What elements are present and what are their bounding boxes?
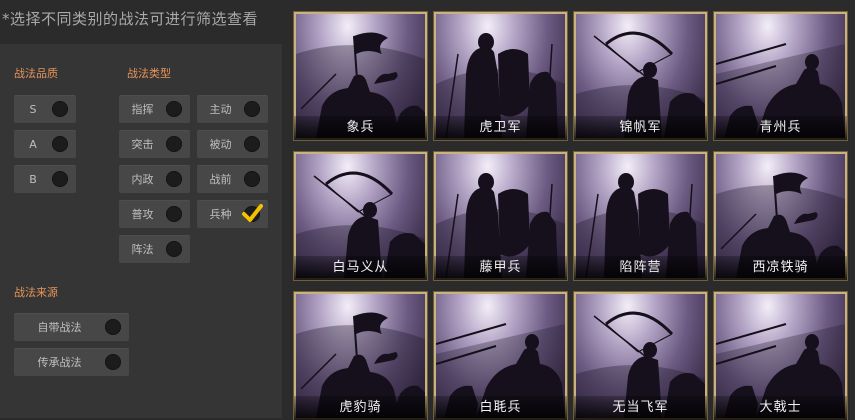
radio-icon (166, 241, 182, 257)
source-filter-inherited[interactable]: 传承战法 (14, 348, 129, 376)
filter-label: 突击 (131, 138, 154, 151)
radio-icon (244, 101, 260, 117)
radio-icon (105, 354, 121, 370)
tactic-card[interactable]: 藤甲兵 (434, 152, 567, 280)
radio-icon (52, 101, 68, 117)
tactic-card[interactable]: 西凉铁骑 (714, 152, 847, 280)
filter-label: 战前 (209, 173, 232, 186)
tactic-card[interactable]: 锦帆军 (574, 12, 707, 140)
tactic-card[interactable]: 大戟士 (714, 292, 847, 420)
filter-label: 内政 (131, 173, 154, 186)
tactic-card[interactable]: 虎卫军 (434, 12, 567, 140)
type-filter-command[interactable]: 指挥 (119, 95, 190, 123)
tactic-name: 象兵 (294, 116, 427, 140)
radio-icon (52, 136, 68, 152)
filter-label: 阵法 (131, 243, 154, 256)
tactic-card-grid: 象兵 虎卫军 锦帆军 青州兵 白马义从 藤甲兵 陷阵营 西凉铁骑 虎豹骑 白毦兵… (294, 12, 855, 420)
radio-icon (166, 101, 182, 117)
filter-label: 普攻 (131, 208, 154, 221)
filter-label: 传承战法 (37, 356, 82, 369)
type-section-title: 战法类型 (127, 67, 171, 80)
tactic-name: 虎卫军 (434, 116, 567, 140)
radio-icon (52, 171, 68, 187)
type-filter-assault[interactable]: 突击 (119, 130, 190, 158)
source-filter-innate[interactable]: 自带战法 (14, 313, 129, 341)
tactic-name: 锦帆军 (574, 116, 707, 140)
quality-filter-b[interactable]: B (14, 165, 76, 193)
tactic-card[interactable]: 无当飞军 (574, 292, 707, 420)
type-filter-active[interactable]: 主动 (197, 95, 268, 123)
type-filter-prebattle[interactable]: 战前 (197, 165, 268, 193)
quality-section-title: 战法品质 (14, 67, 58, 80)
tactic-card[interactable]: 陷阵营 (574, 152, 707, 280)
tactic-name: 藤甲兵 (434, 256, 567, 280)
type-filter-normal-attack[interactable]: 普攻 (119, 200, 190, 228)
filter-label: 被动 (209, 138, 232, 151)
tactic-name: 西凉铁骑 (714, 256, 847, 280)
filter-label: 自带战法 (37, 321, 82, 334)
filter-label: S (29, 102, 37, 116)
filter-label: 指挥 (131, 103, 154, 116)
filter-hint: *选择不同类别的战法可进行筛选查看 (2, 10, 259, 28)
tactic-card[interactable]: 虎豹骑 (294, 292, 427, 420)
tactic-name: 陷阵营 (574, 256, 707, 280)
quality-filter-a[interactable]: A (14, 130, 76, 158)
type-filter-internal[interactable]: 内政 (119, 165, 190, 193)
tactic-card[interactable]: 白毦兵 (434, 292, 567, 420)
tactic-name: 白毦兵 (434, 396, 567, 420)
radio-icon (244, 136, 260, 152)
type-filter-formation[interactable]: 阵法 (119, 235, 190, 263)
filter-label: B (29, 172, 37, 186)
tactic-name: 无当飞军 (574, 396, 707, 420)
radio-icon (244, 171, 260, 187)
filter-label: 主动 (209, 103, 232, 116)
tactic-name: 大戟士 (714, 396, 847, 420)
filter-label: 兵种 (209, 208, 232, 221)
radio-icon (166, 206, 182, 222)
radio-icon (166, 136, 182, 152)
tactic-card[interactable]: 象兵 (294, 12, 427, 140)
tactic-name: 青州兵 (714, 116, 847, 140)
radio-icon (105, 319, 121, 335)
tactic-card[interactable]: 白马义从 (294, 152, 427, 280)
tactic-name: 白马义从 (294, 256, 427, 280)
checkmark-icon (242, 204, 263, 222)
type-filter-troop[interactable]: 兵种 (197, 200, 268, 228)
type-filter-passive[interactable]: 被动 (197, 130, 268, 158)
filter-label: A (29, 137, 37, 151)
filter-panel: 战法品质 战法类型 战法来源 S A B 指挥 主动 突击 被动 内政 战前 普… (0, 44, 282, 418)
tactic-card[interactable]: 青州兵 (714, 12, 847, 140)
source-section-title: 战法来源 (14, 286, 58, 299)
radio-icon (166, 171, 182, 187)
quality-filter-s[interactable]: S (14, 95, 76, 123)
tactic-name: 虎豹骑 (294, 396, 427, 420)
